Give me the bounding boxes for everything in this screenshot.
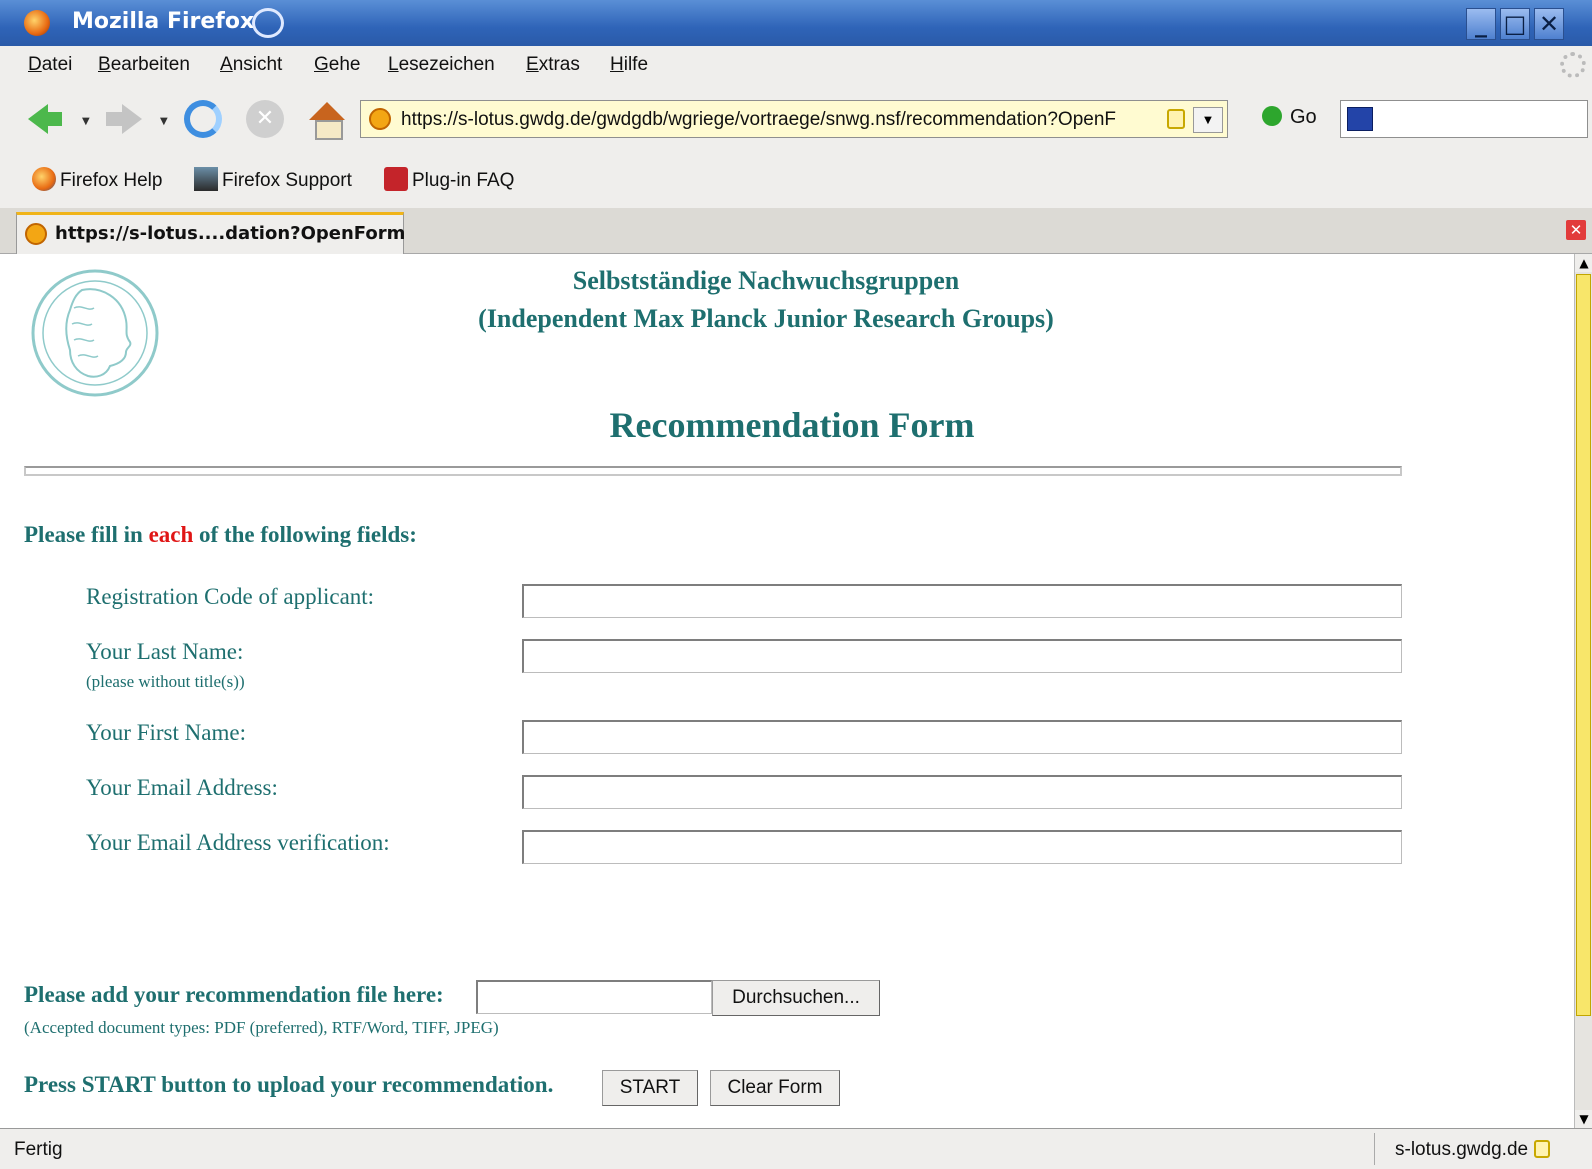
firefox-help-icon <box>32 167 56 191</box>
email-input[interactable] <box>522 775 1402 809</box>
bookmark-firefox-support[interactable]: Firefox Support <box>194 167 352 192</box>
status-padlock-icon[interactable] <box>1534 1140 1551 1158</box>
site-favicon-icon <box>369 108 391 130</box>
maximize-button[interactable]: □ <box>1500 8 1530 40</box>
swirl-icon <box>252 8 284 38</box>
vertical-scrollbar[interactable]: ▲ ▼ <box>1574 254 1592 1128</box>
window-title: Mozilla Firefox <box>72 9 255 34</box>
close-tab-icon[interactable]: ✕ <box>1566 220 1586 240</box>
instruction-text: Please fill in each of the following fie… <box>24 522 417 547</box>
back-history-dropdown-icon[interactable]: ▼ <box>82 116 90 127</box>
registration-code-label: Registration Code of applicant: <box>86 584 375 609</box>
tab-label: https://s-lotus....dation?OpenForm <box>55 223 406 244</box>
navigation-toolbar: ▼ ▼ ✕ https://s-lotus.gwdg.de/gwdgdb/wgr… <box>0 86 1592 152</box>
forward-arrow-icon[interactable] <box>104 100 142 138</box>
file-path-input[interactable] <box>476 980 712 1014</box>
scroll-thumb[interactable] <box>1576 274 1591 1016</box>
tab-favicon-icon <box>25 223 47 245</box>
menu-bar: Datei Bearbeiten Ansicht Gehe Lesezeiche… <box>0 46 1592 86</box>
tab-bar: https://s-lotus....dation?OpenForm ✕ <box>0 208 1592 254</box>
menu-gehe[interactable]: Gehe <box>314 54 360 76</box>
url-dropdown-icon[interactable]: ▼ <box>1193 107 1223 133</box>
horizontal-rule <box>24 466 1402 476</box>
address-bar-url[interactable]: https://s-lotus.gwdg.de/gwdgdb/wgriege/v… <box>401 109 1116 131</box>
menu-extras[interactable]: Extras <box>526 54 580 76</box>
back-arrow-icon[interactable] <box>26 100 64 138</box>
clear-form-button[interactable]: Clear Form <box>710 1070 840 1106</box>
firefox-logo-icon <box>24 10 50 36</box>
window-titlebar[interactable]: Mozilla Firefox _ □ ✕ <box>0 0 1592 46</box>
go-label: Go <box>1290 106 1317 128</box>
menu-ansicht[interactable]: Ansicht <box>220 54 282 76</box>
padlock-icon[interactable] <box>1167 109 1185 129</box>
search-engine-icon[interactable] <box>1347 107 1373 131</box>
instruction-emphasis: each <box>148 522 194 547</box>
scroll-down-arrow-icon[interactable]: ▼ <box>1575 1110 1592 1128</box>
address-bar[interactable]: https://s-lotus.gwdg.de/gwdgdb/wgriege/v… <box>360 100 1228 138</box>
header-line-1: Selbstständige Nachwuchsgruppen <box>572 266 960 295</box>
bookmark-plugin-faq[interactable]: Plug-in FAQ <box>384 167 514 192</box>
file-upload-label: Please add your recommendation file here… <box>24 982 444 1007</box>
menu-bearbeiten[interactable]: Bearbeiten <box>98 54 190 76</box>
go-arrow-icon <box>1262 106 1282 126</box>
bookmark-firefox-help[interactable]: Firefox Help <box>32 167 162 192</box>
registration-code-input[interactable] <box>522 584 1402 618</box>
start-button[interactable]: START <box>602 1070 698 1106</box>
firefox-support-icon <box>194 167 218 191</box>
throbber-icon <box>1560 52 1586 78</box>
status-host[interactable]: s-lotus.gwdg.de <box>1374 1133 1592 1165</box>
menu-datei[interactable]: Datei <box>28 54 72 76</box>
browse-button[interactable]: Durchsuchen... <box>712 980 880 1016</box>
plugin-faq-icon <box>384 167 408 191</box>
email-verification-input[interactable] <box>522 830 1402 864</box>
menu-lesezeichen[interactable]: Lesezeichen <box>388 54 495 76</box>
menu-hilfe[interactable]: Hilfe <box>610 54 648 76</box>
go-button[interactable]: Go <box>1262 106 1317 129</box>
scroll-up-arrow-icon[interactable]: ▲ <box>1575 254 1592 272</box>
last-name-input[interactable] <box>522 639 1402 673</box>
minimize-button[interactable]: _ <box>1466 8 1496 40</box>
forward-history-dropdown-icon[interactable]: ▼ <box>160 116 168 127</box>
page-content: Selbstständige Nachwuchsgruppen (Indepen… <box>10 254 1574 1128</box>
header-line-2: (Independent Max Planck Junior Research … <box>478 304 1054 333</box>
close-window-button[interactable]: ✕ <box>1534 8 1564 40</box>
first-name-input[interactable] <box>522 720 1402 754</box>
email-verification-label: Your Email Address verification: <box>86 830 390 855</box>
stop-icon[interactable]: ✕ <box>246 100 284 138</box>
last-name-hint: (please without title(s)) <box>86 672 245 691</box>
file-types-hint: (Accepted document types: PDF (preferred… <box>24 1018 499 1037</box>
email-label: Your Email Address: <box>86 775 278 800</box>
tab-recommendation-form[interactable]: https://s-lotus....dation?OpenForm <box>16 212 406 254</box>
page-title: Recommendation Form <box>609 405 975 445</box>
reload-icon[interactable] <box>184 100 222 138</box>
start-instruction: Press START button to upload your recomm… <box>24 1072 554 1097</box>
status-text: Fertig <box>14 1139 63 1160</box>
bookmarks-toolbar: Firefox Help Firefox Support Plug-in FAQ <box>0 152 1592 208</box>
search-input[interactable] <box>1340 100 1588 138</box>
home-icon[interactable] <box>308 100 346 140</box>
first-name-label: Your First Name: <box>86 720 246 745</box>
status-bar: Fertig s-lotus.gwdg.de <box>0 1128 1592 1169</box>
last-name-label: Your Last Name: <box>86 639 244 664</box>
